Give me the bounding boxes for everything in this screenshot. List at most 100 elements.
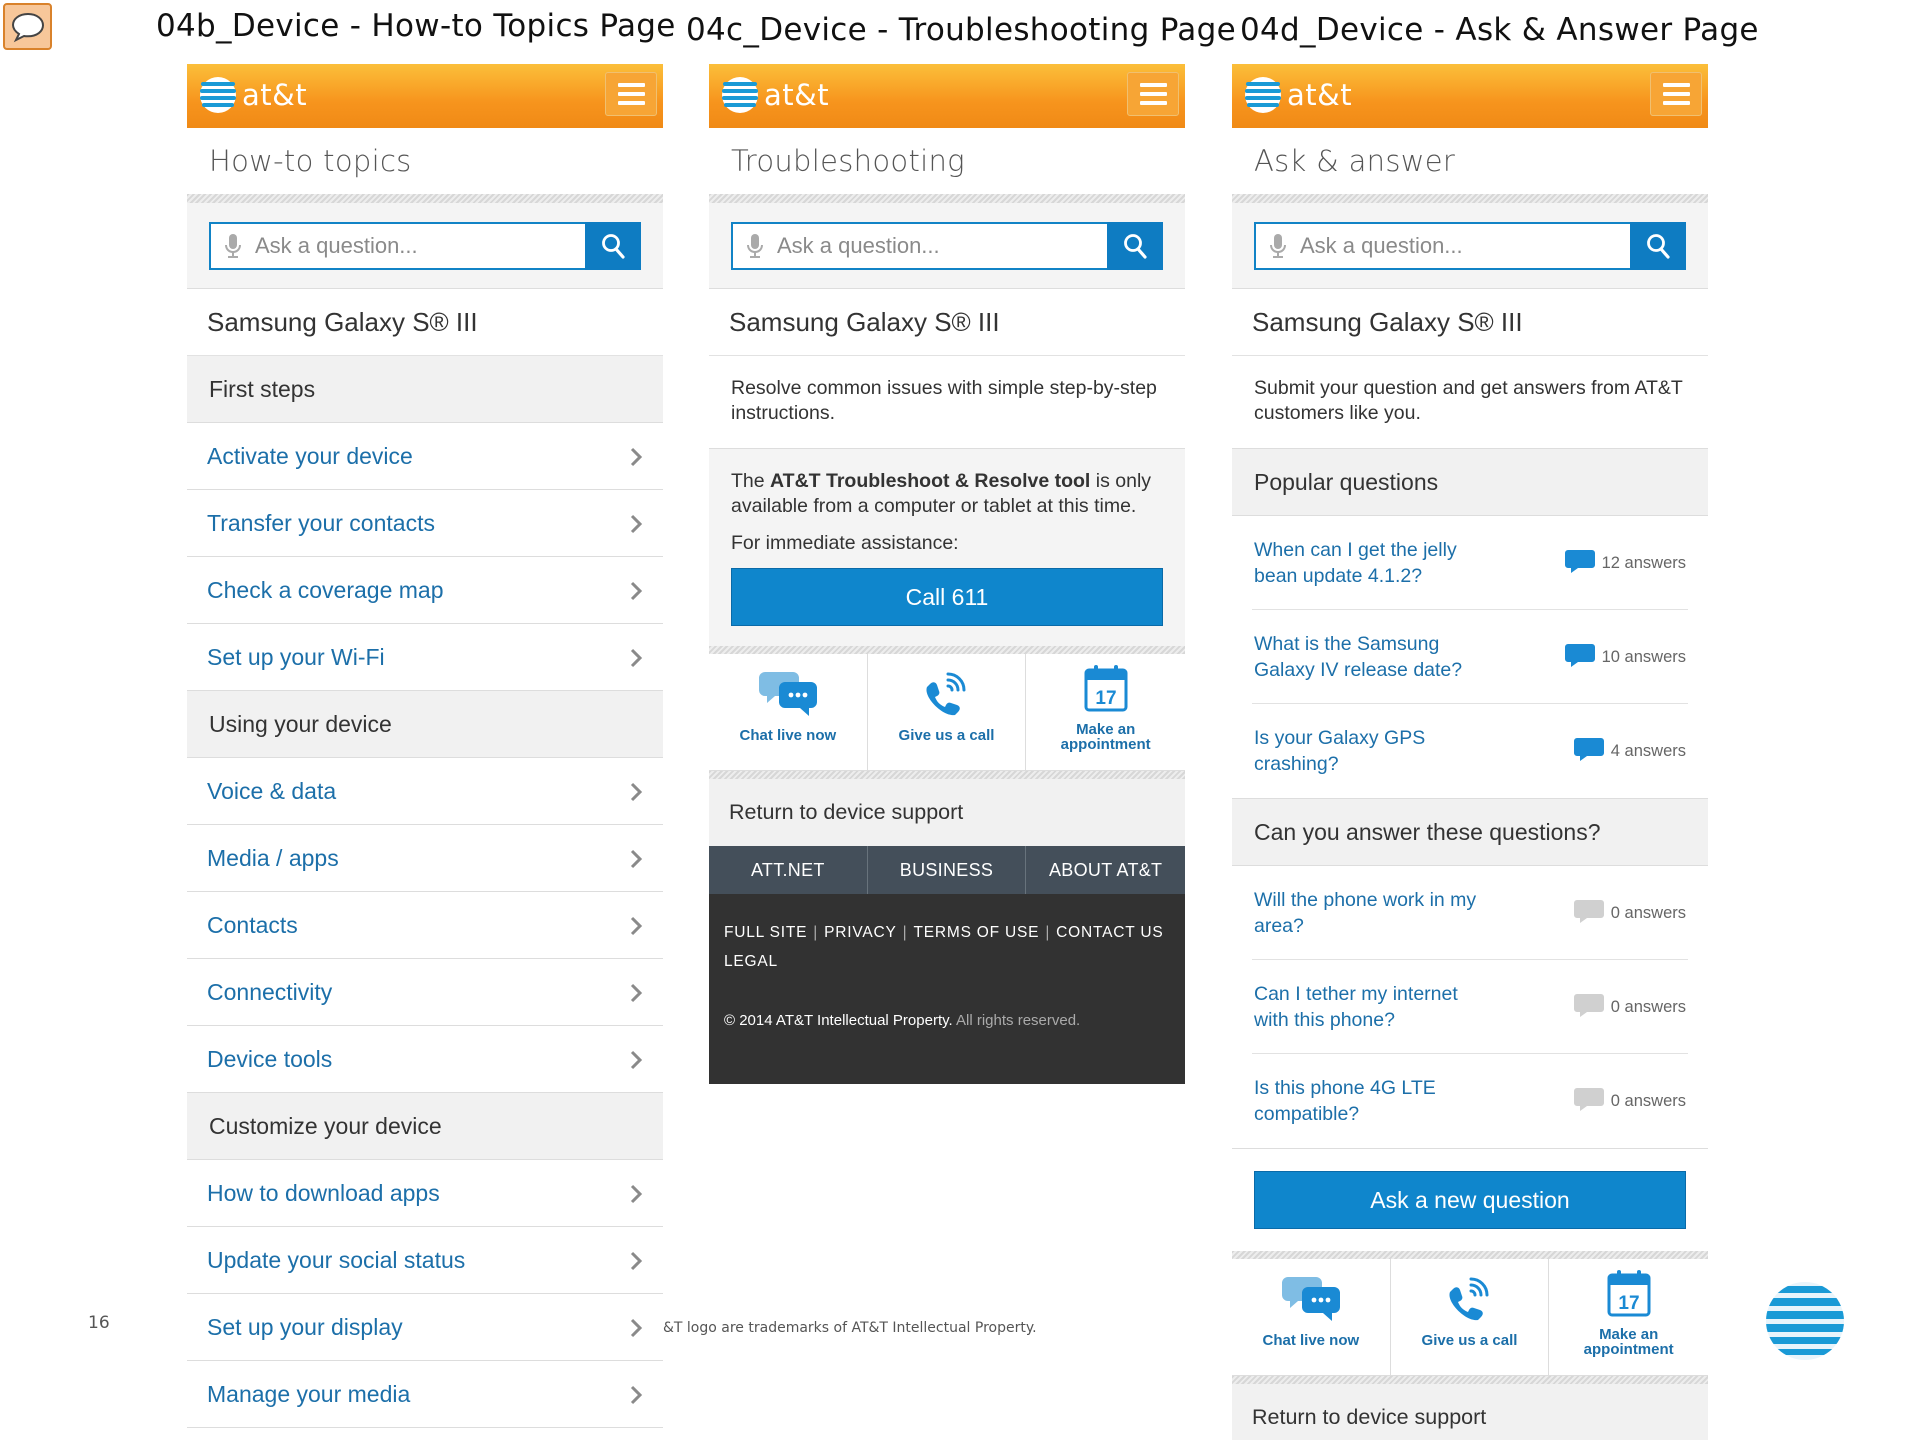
footer-tab-about[interactable]: ABOUT AT&T [1026, 846, 1185, 894]
microphone-icon[interactable] [1256, 233, 1300, 259]
chevron-right-icon [629, 1250, 643, 1271]
topic-link-media-apps[interactable]: Media / apps [187, 825, 663, 892]
return-to-device-support-link[interactable]: Return to device support [1232, 1384, 1708, 1440]
search-input[interactable] [777, 223, 1107, 268]
chevron-right-icon [629, 513, 643, 534]
unanswered-questions-list: Will the phone work in my area? 0 answers… [1232, 866, 1708, 1149]
topic-link-contacts[interactable]: Contacts [187, 892, 663, 959]
footer-link-privacy[interactable]: PRIVACY [824, 924, 897, 941]
chevron-right-icon [629, 1317, 643, 1338]
slide-title-ask-answer: 04d_Device - Ask & Answer Page [1240, 12, 1759, 48]
divider [709, 646, 1185, 654]
topic-label: How to download apps [207, 1179, 440, 1206]
footer: FULL SITE | PRIVACY | TERMS OF USE | CONTACT U… [709, 894, 1185, 1084]
question-link[interactable]: Will the phone work in my area? [1254, 887, 1494, 939]
give-us-call-button[interactable]: Give us a call [868, 654, 1027, 770]
footer-tab-business[interactable]: BUSINESS [868, 846, 1027, 894]
topic-link-connectivity[interactable]: Connectivity [187, 959, 663, 1026]
contact-options: Chat live now Give us a call 17 Make an … [709, 654, 1185, 771]
speech-bubble-icon [1573, 1086, 1605, 1117]
att-logo[interactable]: at&t [721, 76, 829, 114]
calendar-icon: 17 [1084, 665, 1128, 712]
chat-live-button[interactable]: Chat live now [1232, 1259, 1391, 1375]
footer-link-terms[interactable]: TERMS OF USE [913, 924, 1039, 941]
unanswered-questions-heading: Can you answer these questions? [1232, 799, 1708, 866]
divider [709, 771, 1185, 779]
topic-link-set-up-your-display[interactable]: Set up your display [187, 1294, 663, 1361]
chevron-right-icon [629, 647, 643, 668]
comment-icon[interactable] [3, 3, 52, 50]
topic-label: Media / apps [207, 844, 339, 871]
menu-button[interactable] [1127, 72, 1179, 116]
ask-new-question-button[interactable]: Ask a new question [1254, 1171, 1686, 1229]
att-logo[interactable]: at&t [199, 76, 307, 114]
chevron-right-icon [629, 580, 643, 601]
question-link[interactable]: Is this phone 4G LTE compatible? [1254, 1075, 1494, 1127]
logo-text: at&t [242, 78, 308, 112]
answer-count: 0 answers [1573, 1086, 1686, 1117]
topic-label: Check a coverage map [207, 576, 444, 603]
answer-count-label: 0 answers [1610, 997, 1686, 1016]
device-name: Samsung Galaxy S® III [1232, 289, 1708, 356]
give-us-call-button[interactable]: Give us a call [1391, 1259, 1550, 1375]
search-input[interactable] [1300, 223, 1630, 268]
answer-count: 12 answers [1564, 548, 1686, 579]
ask-answer-screen: at&t Ask & answer Samsung Galaxy S® III … [1232, 64, 1708, 1440]
question-link[interactable]: Can I tether my internet with this phone… [1254, 981, 1494, 1033]
call-611-button[interactable]: Call 611 [731, 568, 1163, 626]
question-row: Can I tether my internet with this phone… [1232, 960, 1708, 1054]
microphone-icon[interactable] [733, 233, 777, 259]
chevron-right-icon [629, 848, 643, 869]
question-link[interactable]: Is your Galaxy GPS crashing? [1254, 725, 1494, 777]
answer-count-label: 0 answers [1610, 1091, 1686, 1110]
topic-link-set-up-your-wi-fi[interactable]: Set up your Wi-Fi [187, 624, 663, 691]
topic-link-transfer-your-contacts[interactable]: Transfer your contacts [187, 490, 663, 557]
chat-live-button[interactable]: Chat live now [709, 654, 868, 770]
chat-bubble-icon [758, 672, 817, 716]
topic-link-check-a-coverage-map[interactable]: Check a coverage map [187, 557, 663, 624]
footer-link-contact[interactable]: CONTACT US [1056, 924, 1163, 941]
header: at&t [709, 64, 1185, 128]
answer-count: 0 answers [1573, 898, 1686, 929]
topic-link-update-your-social-status[interactable]: Update your social status [187, 1227, 663, 1294]
topic-link-how-to-download-apps[interactable]: How to download apps [187, 1160, 663, 1227]
answer-count-label: 0 answers [1610, 903, 1686, 922]
header: at&t [187, 64, 663, 128]
search-box [209, 221, 641, 270]
microphone-icon[interactable] [211, 233, 255, 259]
search-button[interactable] [585, 221, 641, 270]
chevron-right-icon [629, 1384, 643, 1405]
divider [1232, 194, 1708, 203]
search-button[interactable] [1107, 221, 1163, 270]
contact-options: Chat live now Give us a call 17 Make an … [1232, 1259, 1708, 1376]
menu-button[interactable] [1650, 72, 1702, 116]
return-to-device-support-link[interactable]: Return to device support [709, 779, 1185, 846]
globe-icon [200, 77, 236, 113]
footer-link-full-site[interactable]: FULL SITE [724, 924, 807, 941]
make-appointment-button[interactable]: 17 Make an appointment [1026, 654, 1185, 770]
page-number: 16 [88, 1313, 110, 1333]
header: at&t [1232, 64, 1708, 128]
topic-link-activate-your-device[interactable]: Activate your device [187, 423, 663, 490]
phone-call-icon [1449, 1277, 1489, 1321]
question-row: What is the Samsung Galaxy IV release da… [1232, 610, 1708, 704]
topic-link-manage-your-media[interactable]: Manage your media [187, 1361, 663, 1428]
att-logo[interactable]: at&t [1244, 76, 1352, 114]
menu-button[interactable] [605, 72, 657, 116]
search-box [731, 221, 1163, 270]
search-button[interactable] [1630, 221, 1686, 270]
copyright: © 2014 AT&T Intellectual Property. All r… [724, 1012, 1081, 1029]
make-appointment-button[interactable]: 17 Make an appointment [1549, 1259, 1708, 1375]
troubleshoot-tool-notice: The AT&T Troubleshoot & Resolve tool is … [709, 449, 1185, 646]
topic-link-voice-data[interactable]: Voice & data [187, 758, 663, 825]
question-link[interactable]: When can I get the jelly bean update 4.1… [1254, 537, 1494, 589]
popular-questions-list: When can I get the jelly bean update 4.1… [1232, 516, 1708, 799]
footer-link-legal[interactable]: LEGAL [724, 953, 778, 970]
search-input[interactable] [255, 223, 585, 268]
question-row: When can I get the jelly bean update 4.1… [1232, 516, 1708, 610]
topic-link-device-tools[interactable]: Device tools [187, 1026, 663, 1093]
footer-tab-att-net[interactable]: ATT.NET [709, 846, 868, 894]
question-link[interactable]: What is the Samsung Galaxy IV release da… [1254, 631, 1494, 683]
speech-bubble-icon [1573, 736, 1605, 767]
tool-notice-text: The AT&T Troubleshoot & Resolve tool is … [731, 470, 1152, 517]
